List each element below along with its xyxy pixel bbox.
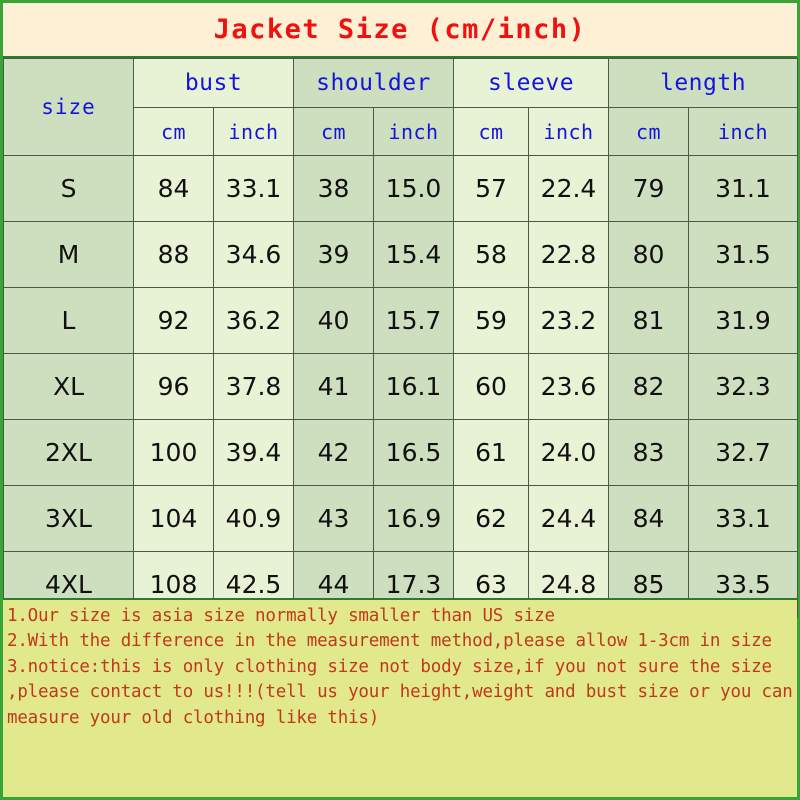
column-group-bust: bust <box>132 58 295 108</box>
note-item-1: 1.Our size is asia size normally smaller… <box>7 606 555 626</box>
cell-shoulder-inch: 16.9 <box>373 485 455 552</box>
cell-sleeve-cm: 58 <box>453 221 530 288</box>
table-row: 3XL 104 40.9 43 16.9 62 24.4 84 33.1 <box>3 485 799 552</box>
cell-shoulder-inch: 16.5 <box>373 419 455 486</box>
table-row: 2XL 100 39.4 42 16.5 61 24.0 83 32.7 <box>3 419 799 486</box>
table-body: S 84 33.1 38 15.0 57 22.4 79 31.1 M 88 3… <box>3 155 799 618</box>
unit-header-shoulder-inch: inch <box>373 107 455 156</box>
cell-shoulder-inch: 15.7 <box>373 287 455 354</box>
table-row: XL 96 37.8 41 16.1 60 23.6 82 32.3 <box>3 353 799 420</box>
cell-shoulder-cm: 43 <box>293 485 375 552</box>
unit-header-sleeve-inch: inch <box>528 107 610 156</box>
cell-length-cm: 83 <box>608 419 690 486</box>
cell-shoulder-cm: 38 <box>293 155 375 222</box>
size-chart-page: Jacket Size (cm/inch) size bust shoulder… <box>0 0 800 800</box>
cell-bust-cm: 104 <box>133 485 214 552</box>
unit-header-bust-inch: inch <box>212 107 295 156</box>
group-header-row: size bust shoulder sleeve length <box>3 58 799 156</box>
cell-bust-inch: 39.4 <box>212 419 295 486</box>
cell-sleeve-inch: 23.6 <box>528 353 610 420</box>
cell-sleeve-inch: 23.2 <box>528 287 610 354</box>
note-item-2: 2.With the difference in the measurement… <box>7 631 772 652</box>
cell-length-inch: 32.7 <box>688 419 799 486</box>
unit-header-sleeve-cm: cm <box>453 107 530 156</box>
cell-length-cm: 82 <box>608 353 690 420</box>
column-group-shoulder: shoulder <box>293 58 455 108</box>
row-size-label: M <box>3 221 134 288</box>
cell-bust-cm: 92 <box>133 287 214 354</box>
cell-sleeve-inch: 22.8 <box>528 221 610 288</box>
cell-bust-inch: 37.8 <box>212 353 295 420</box>
cell-bust-inch: 33.1 <box>212 155 295 222</box>
table-row: L 92 36.2 40 15.7 59 23.2 81 31.9 <box>3 287 799 354</box>
row-size-label: 2XL <box>3 419 134 486</box>
unit-header-length-inch: inch <box>688 107 799 156</box>
cell-bust-cm: 100 <box>133 419 214 486</box>
cell-sleeve-inch: 22.4 <box>528 155 610 222</box>
cell-bust-cm: 88 <box>133 221 214 288</box>
cell-length-inch: 31.5 <box>688 221 799 288</box>
notes-section: 1.Our size is asia size normally smaller… <box>3 598 797 797</box>
cell-shoulder-inch: 15.0 <box>373 155 455 222</box>
cell-bust-inch: 34.6 <box>212 221 295 288</box>
cell-shoulder-cm: 42 <box>293 419 375 486</box>
cell-length-inch: 32.3 <box>688 353 799 420</box>
table-row: M 88 34.6 39 15.4 58 22.8 80 31.5 <box>3 221 799 288</box>
row-size-label: L <box>3 287 134 354</box>
cell-shoulder-cm: 41 <box>293 353 375 420</box>
unit-header-shoulder-cm: cm <box>293 107 375 156</box>
unit-header-bust-cm: cm <box>133 107 214 156</box>
cell-sleeve-cm: 61 <box>453 419 530 486</box>
note-item-3: 3.notice:this is only clothing size not … <box>7 656 793 728</box>
cell-bust-inch: 36.2 <box>212 287 295 354</box>
row-size-label: XL <box>3 353 134 420</box>
column-group-length: length <box>608 58 799 108</box>
page-title: Jacket Size (cm/inch) <box>213 14 587 45</box>
cell-shoulder-inch: 15.4 <box>373 221 455 288</box>
cell-length-inch: 31.9 <box>688 287 799 354</box>
column-header-size: size <box>3 58 134 156</box>
unit-header-length-cm: cm <box>608 107 690 156</box>
cell-sleeve-inch: 24.0 <box>528 419 610 486</box>
cell-length-cm: 80 <box>608 221 690 288</box>
cell-bust-inch: 40.9 <box>212 485 295 552</box>
cell-sleeve-cm: 62 <box>453 485 530 552</box>
cell-length-inch: 33.1 <box>688 485 799 552</box>
cell-length-cm: 81 <box>608 287 690 354</box>
column-group-sleeve: sleeve <box>453 58 610 108</box>
cell-shoulder-cm: 39 <box>293 221 375 288</box>
cell-sleeve-cm: 59 <box>453 287 530 354</box>
cell-length-inch: 31.1 <box>688 155 799 222</box>
cell-bust-cm: 84 <box>133 155 214 222</box>
cell-sleeve-inch: 24.4 <box>528 485 610 552</box>
chart-title-bar: Jacket Size (cm/inch) <box>3 3 797 58</box>
row-size-label: 3XL <box>3 485 134 552</box>
table-header: size bust shoulder sleeve length cm inch… <box>3 58 799 156</box>
cell-bust-cm: 96 <box>133 353 214 420</box>
cell-shoulder-cm: 40 <box>293 287 375 354</box>
cell-length-cm: 84 <box>608 485 690 552</box>
size-table: size bust shoulder sleeve length cm inch… <box>3 58 799 618</box>
row-size-label: S <box>3 155 134 222</box>
cell-sleeve-cm: 57 <box>453 155 530 222</box>
table-row: S 84 33.1 38 15.0 57 22.4 79 31.1 <box>3 155 799 222</box>
cell-length-cm: 79 <box>608 155 690 222</box>
cell-shoulder-inch: 16.1 <box>373 353 455 420</box>
cell-sleeve-cm: 60 <box>453 353 530 420</box>
